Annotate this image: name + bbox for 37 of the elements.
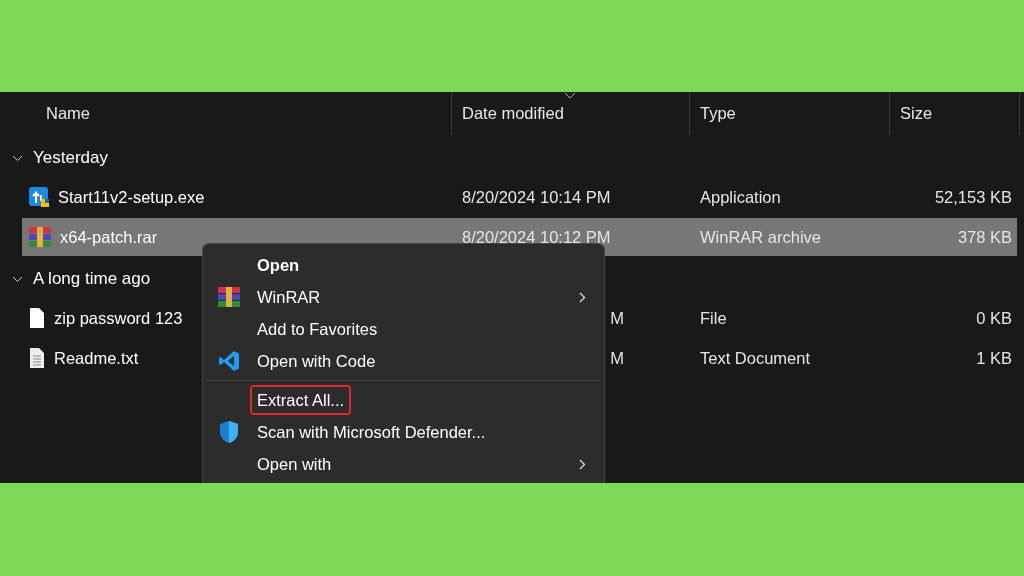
type-cell-text: WinRAR archive bbox=[699, 226, 823, 248]
menu-item[interactable]: WinRAR bbox=[250, 281, 328, 313]
file-name[interactable]: x64-patch.rar bbox=[60, 224, 158, 250]
code-editor-icon bbox=[218, 350, 240, 372]
column-header[interactable]: Type bbox=[690, 92, 890, 135]
installer-icon bbox=[28, 186, 50, 208]
column-header[interactable]: Date modified bbox=[452, 92, 690, 135]
size-cell-text: 378 KB bbox=[956, 226, 1013, 248]
type-cell-text: File bbox=[699, 307, 728, 329]
file-name[interactable]: Start11v2-setup.exe bbox=[58, 184, 205, 210]
date-cell-text: 8/20/2024 10:12 PM bbox=[461, 226, 612, 248]
type-cell-text: Text Document bbox=[699, 347, 812, 369]
menu-item[interactable]: Open with Code bbox=[250, 345, 383, 377]
shield-icon bbox=[218, 420, 240, 444]
group-label: Yesterday bbox=[33, 147, 108, 170]
size-cell-text: 1 KB bbox=[975, 347, 1013, 369]
size-cell-text: 52,153 KB bbox=[933, 186, 1013, 208]
column-header[interactable]: Name bbox=[0, 92, 452, 135]
group-label: A long time ago bbox=[33, 268, 151, 291]
column-header[interactable]: Size bbox=[890, 92, 1020, 135]
date-cell-text: 8/20/2024 10:14 PM bbox=[461, 186, 612, 208]
menu-item[interactable]: Add to Favorites bbox=[250, 313, 385, 345]
chevron-icon[interactable] bbox=[12, 154, 23, 162]
menu-item[interactable]: Scan with Microsoft Defender... bbox=[250, 416, 493, 448]
archive-icon bbox=[28, 226, 52, 248]
file-icon bbox=[28, 307, 46, 329]
menu-item[interactable]: Open with bbox=[250, 448, 339, 480]
type-cell-text: Application bbox=[699, 186, 782, 208]
date-cell-text: M bbox=[609, 307, 624, 329]
archive-icon bbox=[217, 286, 241, 308]
menu-item[interactable]: Extract All... bbox=[250, 384, 352, 416]
size-cell-text: 0 KB bbox=[975, 307, 1013, 329]
text-file-icon bbox=[28, 347, 46, 369]
file-name[interactable]: Readme.txt bbox=[54, 345, 139, 371]
date-cell-text: M bbox=[609, 347, 624, 369]
chevron-icon[interactable] bbox=[12, 275, 23, 283]
file-name[interactable]: zip password 123 bbox=[54, 305, 183, 331]
